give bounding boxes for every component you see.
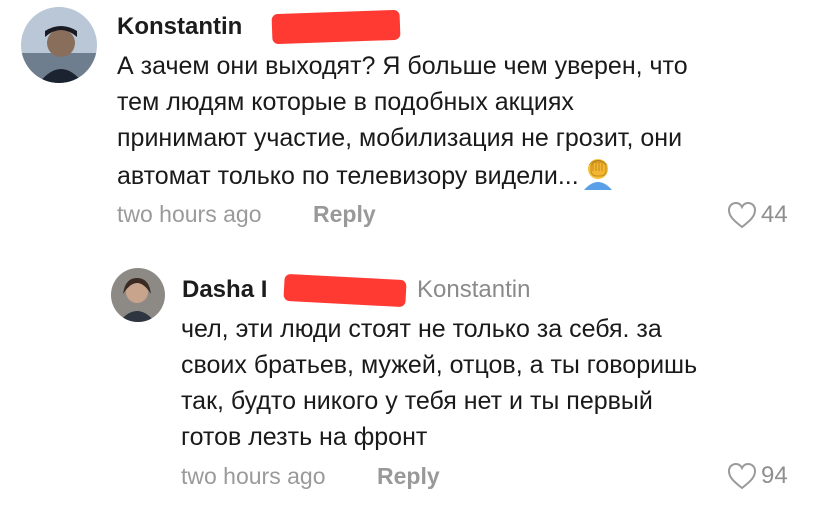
like-count: 44 xyxy=(761,201,788,228)
comment-text-line: автомат только по телевизору видели... xyxy=(117,156,807,194)
comment-text-line: готов лезть на фронт xyxy=(181,423,428,451)
avatar-photo xyxy=(111,268,165,322)
reply-to-mention[interactable]: Konstantin xyxy=(417,276,530,304)
comment-text-line: так, будто никого у тебя нет и ты первый xyxy=(181,387,653,415)
like-count: 94 xyxy=(761,462,788,489)
comment-text-line: своих братьев, мужей, отцов, а ты говори… xyxy=(181,351,698,379)
reply-button[interactable]: Reply xyxy=(313,201,376,228)
comment-time: two hours ago xyxy=(181,463,326,489)
facepalm-emoji-icon xyxy=(583,159,612,190)
comment-text: А зачем они выходят? Я больше чем уверен… xyxy=(117,48,807,194)
comment-text-line: тем людям которые в подобных акциях xyxy=(117,88,574,116)
like-button[interactable]: 94 xyxy=(727,462,788,490)
reply-comment: Dasha Ina Konstantin чел, эти люди стоят… xyxy=(0,260,828,518)
heart-icon xyxy=(727,201,757,229)
redaction-mark xyxy=(271,9,401,45)
like-button[interactable]: 44 xyxy=(727,201,788,229)
reply-button[interactable]: Reply xyxy=(377,463,440,490)
comment-text: чел, эти люди стоят не только за себя. з… xyxy=(181,311,801,455)
avatar[interactable] xyxy=(21,7,97,83)
comment-time: two hours ago xyxy=(117,201,262,227)
avatar-photo xyxy=(21,7,97,83)
comment-text-line: чел, эти люди стоят не только за себя. з… xyxy=(181,315,662,343)
comment-text-line: принимают участие, мобилизация не грозит… xyxy=(117,124,683,152)
avatar[interactable] xyxy=(111,268,165,322)
heart-icon xyxy=(727,462,757,490)
comment: Konstantin А зачем они выходят? Я больше… xyxy=(0,0,828,240)
comment-author[interactable]: Konstantin xyxy=(117,13,242,41)
comment-text-line: А зачем они выходят? Я больше чем уверен… xyxy=(117,52,688,80)
